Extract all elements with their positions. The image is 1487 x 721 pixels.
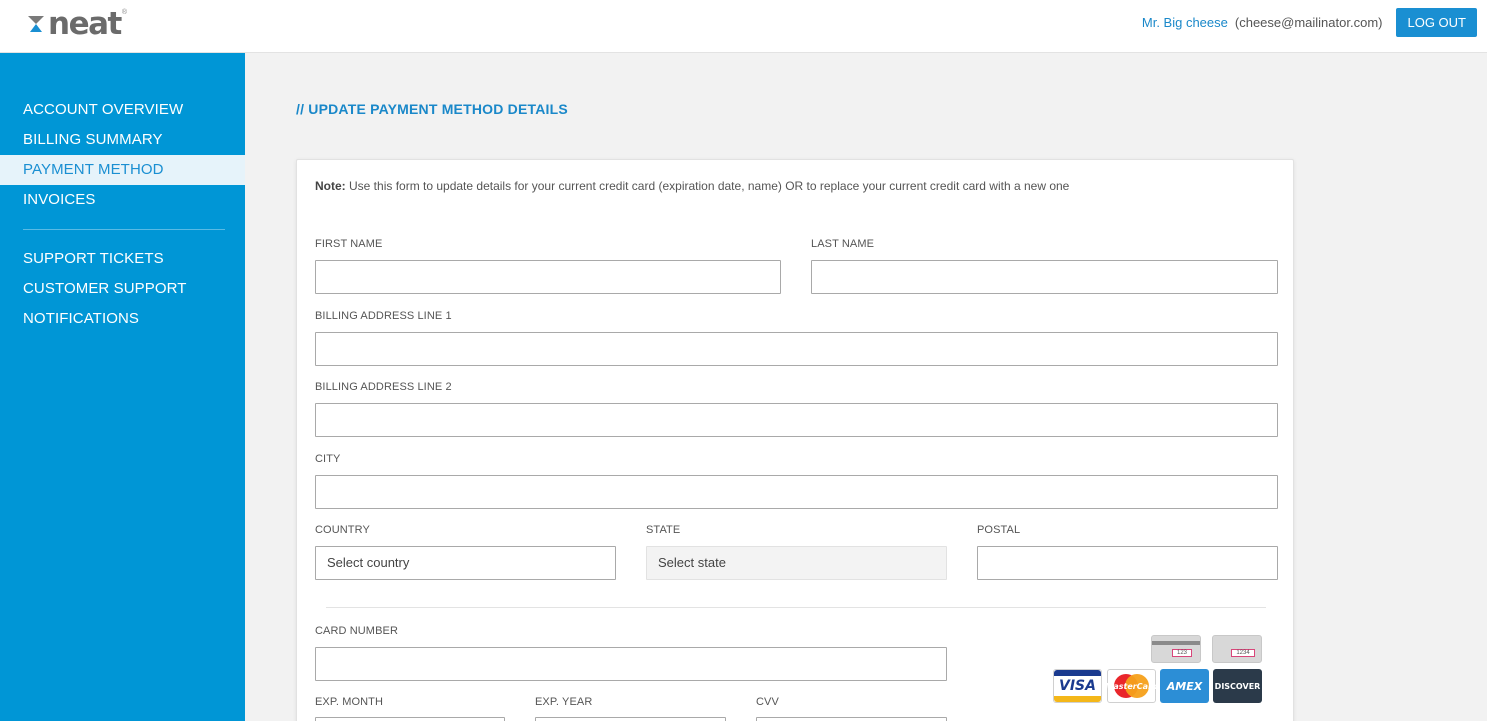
cvv-example-3digit-text: 123 (1172, 649, 1192, 657)
logo-text: neat (48, 6, 122, 42)
page-title: // UPDATE PAYMENT METHOD DETAILS (296, 101, 568, 117)
card-number-label: CARD NUMBER (315, 625, 398, 637)
sidebar-nav-primary: ACCOUNT OVERVIEW BILLING SUMMARY PAYMENT… (0, 95, 245, 215)
logout-button[interactable]: LOG OUT (1396, 8, 1477, 37)
discover-label: DISCOVER (1214, 681, 1261, 691)
amex-label: AMEX (1166, 679, 1203, 693)
address2-label: BILLING ADDRESS LINE 2 (315, 381, 452, 393)
exp-year-label: EXP. YEAR (535, 696, 593, 708)
sidebar-item-customer-support[interactable]: CUSTOMER SUPPORT (0, 274, 245, 304)
city-input[interactable] (315, 475, 1278, 509)
user-area: Mr. Big cheese (cheese@mailinator.com) L… (1142, 8, 1477, 37)
state-label: STATE (646, 524, 681, 536)
cvv-input[interactable] (756, 717, 947, 721)
first-name-input[interactable] (315, 260, 781, 294)
sidebar-item-payment-method[interactable]: PAYMENT METHOD (0, 155, 245, 185)
last-name-input[interactable] (811, 260, 1278, 294)
mastercard-label: MasterCard (1105, 681, 1158, 691)
state-select[interactable]: Select state (646, 546, 947, 580)
form-section-divider (326, 607, 1266, 608)
mastercard-icon: MasterCard (1105, 669, 1158, 703)
amex-icon: AMEX (1160, 669, 1209, 703)
sidebar-item-support-tickets[interactable]: SUPPORT TICKETS (0, 244, 245, 274)
user-email: (cheese@mailinator.com) (1234, 15, 1383, 30)
sidebar-item-invoices[interactable]: INVOICES (0, 185, 245, 215)
sidebar-item-billing-summary[interactable]: BILLING SUMMARY (0, 125, 245, 155)
exp-year-select[interactable] (535, 717, 726, 721)
top-bar: neat ® Mr. Big cheese (cheese@mailinator… (0, 0, 1487, 53)
country-label: COUNTRY (315, 524, 370, 536)
cvv-example-3digit-icon: 123 (1151, 635, 1201, 663)
postal-label: POSTAL (977, 524, 1021, 536)
note-text: Use this form to update details for your… (345, 179, 1070, 193)
cvv-label: CVV (756, 696, 779, 708)
sidebar-divider (23, 229, 225, 230)
visa-icon: VISA (1053, 669, 1102, 703)
address1-input[interactable] (315, 332, 1278, 366)
visa-label: VISA (1059, 678, 1096, 694)
user-name-link[interactable]: Mr. Big cheese (1142, 15, 1228, 30)
sidebar-item-account-overview[interactable]: ACCOUNT OVERVIEW (0, 95, 245, 125)
postal-input[interactable] (977, 546, 1278, 580)
exp-month-select[interactable] (315, 717, 505, 721)
neat-logo[interactable]: neat ® (26, 6, 128, 42)
cvv-example-4digit-text: 1234 (1231, 649, 1255, 657)
note-label: Note: (315, 179, 346, 193)
form-note: Note: Use this form to update details fo… (315, 179, 1069, 193)
address2-input[interactable] (315, 403, 1278, 437)
payment-form-card: Note: Use this form to update details fo… (296, 159, 1294, 721)
sidebar-nav-secondary: SUPPORT TICKETS CUSTOMER SUPPORT NOTIFIC… (0, 244, 245, 334)
logo-trademark: ® (121, 9, 128, 16)
card-number-input[interactable] (315, 647, 947, 681)
city-label: CITY (315, 453, 341, 465)
last-name-label: LAST NAME (811, 238, 875, 250)
cvv-example-4digit-icon: 1234 (1212, 635, 1262, 663)
sidebar-item-notifications[interactable]: NOTIFICATIONS (0, 304, 245, 334)
country-select[interactable]: Select country (315, 546, 616, 580)
discover-icon: DISCOVER (1213, 669, 1262, 703)
address1-label: BILLING ADDRESS LINE 1 (315, 310, 452, 322)
logo-mark-icon (28, 16, 44, 32)
sidebar: ACCOUNT OVERVIEW BILLING SUMMARY PAYMENT… (0, 53, 245, 721)
exp-month-label: EXP. MONTH (315, 696, 384, 708)
first-name-label: FIRST NAME (315, 238, 383, 250)
accepted-cards: 123 1234 VISA MasterCard AMEX DISCOVER (1053, 635, 1265, 707)
